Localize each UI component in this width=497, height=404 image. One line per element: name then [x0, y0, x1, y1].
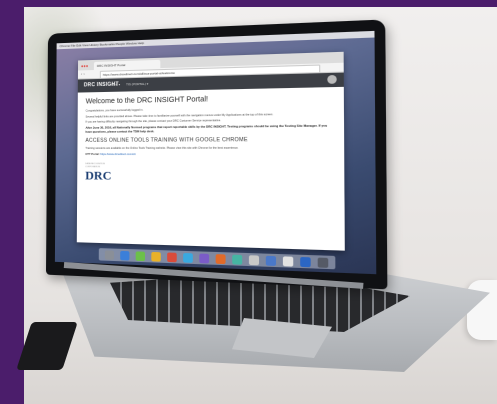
nav-item-tis-portal[interactable]: TIS (PORTAL) ▾ [126, 82, 148, 87]
window-controls-icon[interactable]: ●●● [81, 63, 88, 68]
notice-paragraph: After June 30, 2016, all Nationally Norm… [85, 123, 328, 134]
menu-bar-left: Chrome File Edit View History Bookmarks … [59, 40, 145, 49]
nav-item-tide[interactable]: TIDE ▾ [111, 82, 120, 86]
dock-app-icon[interactable] [265, 255, 277, 266]
dock-app-icon[interactable] [120, 250, 130, 261]
ott-link[interactable]: https://www.drcedirect.com/ott [100, 153, 135, 156]
mac-menu-bar: Chrome File Edit View History Bookmarks … [56, 30, 375, 50]
dock-app-icon[interactable] [183, 252, 193, 263]
frame-left [0, 0, 24, 404]
coffee-cup [467, 280, 497, 340]
ott-link-label: OTT Portal: [85, 152, 100, 157]
drc-logo: DATA RECOGNITION CORPORATION DRC [85, 163, 115, 183]
dock-app-icon[interactable] [215, 253, 226, 264]
browser-window: ●●● DRC INSIGHT Portal ‹ › https://www.d… [76, 51, 345, 251]
drc-logo-text: DRC [85, 167, 112, 183]
dock-app-icon[interactable] [167, 251, 177, 262]
user-avatar[interactable] [327, 74, 337, 84]
back-forward-icon[interactable]: ‹ › [81, 71, 85, 76]
welcome-heading: Welcome to the DRC INSIGHT Portal! [85, 96, 209, 106]
dock-app-icon[interactable] [300, 256, 311, 267]
ott-link-row: OTT Portal: https://www.drcedirect.com/o… [85, 153, 334, 157]
training-paragraph: Training sessions are available on the O… [85, 146, 239, 151]
dock-app-icon[interactable] [135, 250, 146, 261]
dock-app-icon[interactable] [317, 256, 329, 268]
dock-app-icon[interactable] [248, 254, 260, 265]
laptop-lid: Chrome File Edit View History Bookmarks … [45, 19, 388, 290]
laptop-screen: Chrome File Edit View History Bookmarks … [54, 30, 377, 275]
dock-app-icon[interactable] [104, 249, 115, 260]
dock-app-icon[interactable] [232, 254, 243, 265]
training-heading: ACCESS ONLINE TOOLS TRAINING WITH GOOGLE… [85, 137, 248, 145]
dock-app-icon[interactable] [199, 253, 210, 263]
dock-app-icon[interactable] [282, 255, 294, 267]
dock-app-icon[interactable] [151, 251, 161, 262]
frame-top [0, 0, 497, 7]
main-content: Welcome to the DRC INSIGHT Portal! Congr… [77, 87, 344, 188]
brand-prefix: DRC [83, 82, 96, 89]
